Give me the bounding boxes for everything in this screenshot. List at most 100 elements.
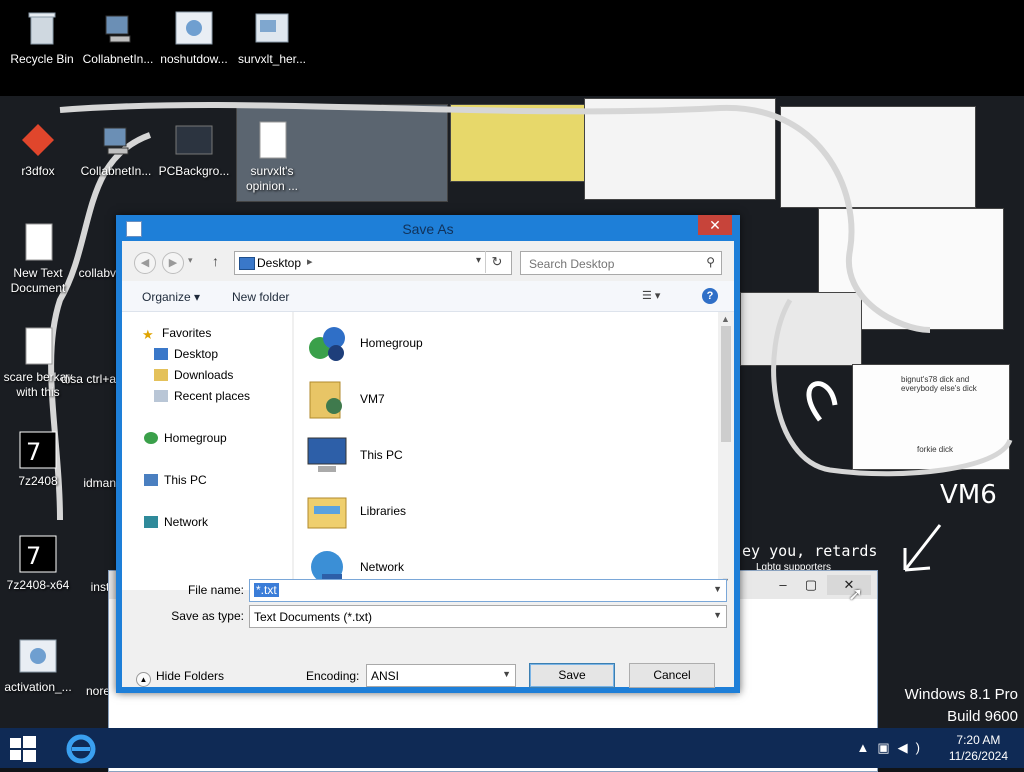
star-icon: ★ (142, 327, 154, 342)
svg-text:7: 7 (26, 542, 41, 570)
encoding-select[interactable]: ANSI ▼ (366, 664, 516, 687)
cancel-button[interactable]: Cancel (629, 663, 715, 688)
vm-handwritten-label: VM6 (940, 480, 997, 510)
window-file-icon (252, 8, 292, 48)
homegroup-icon (304, 320, 350, 366)
maximize-icon[interactable]: ▢ (797, 575, 825, 595)
internet-explorer-button[interactable] (64, 732, 98, 766)
collage-tile-yellow (450, 104, 592, 182)
address-crumb-desktop[interactable]: Desktop (257, 256, 301, 270)
desktop-icon-collabnet[interactable]: CollabnetIn... (76, 8, 160, 67)
save-button[interactable]: Save (529, 663, 615, 688)
taskbar: ▲▣◀) 7:20 AM 11/26/2024 (0, 728, 1024, 768)
desktop-icon-recycle-bin[interactable]: Recycle Bin (0, 8, 84, 67)
file-list-scrollbar[interactable]: ▲ ▼ (718, 312, 734, 590)
hide-folders-label: Hide Folders (156, 669, 225, 683)
back-button[interactable]: ◀ (134, 252, 156, 274)
file-name-dropdown-icon[interactable]: ▼ (713, 584, 722, 594)
desktop-icon-pcbackground[interactable]: PCBackgro... (152, 120, 236, 179)
desktop-icon-survxlt[interactable]: survxlt_her... (230, 8, 314, 67)
address-bar[interactable]: Desktop ▸ ▾ (234, 251, 512, 275)
desktop-icon-scare-berkay[interactable]: scare berkay with this (0, 326, 80, 400)
collage-tile-cat (780, 106, 976, 208)
nav-homegroup[interactable]: Homegroup (144, 431, 227, 445)
settings-file-icon (18, 636, 58, 676)
system-tray[interactable]: ▲▣◀) (857, 740, 929, 756)
network-status-icon[interactable]: ▣ (877, 740, 897, 755)
dialog-close-button[interactable]: ✕ (698, 215, 732, 235)
up-button[interactable]: ↑ (212, 253, 219, 269)
save-as-type-value: Text Documents (*.txt) (254, 610, 373, 624)
tray-chevron-icon[interactable]: ▲ (857, 740, 878, 755)
nav-network[interactable]: Network (144, 515, 208, 529)
help-button[interactable]: ? (702, 288, 718, 304)
close-icon: ✕ (709, 217, 721, 233)
desktop-icon-survxlt-opinion[interactable]: survxlt's opinion ... (230, 120, 314, 194)
collabnet-label: CollabnetIn... (82, 52, 154, 66)
desktop-icon-collabv[interactable]: collabv (58, 266, 116, 281)
nav-this-pc[interactable]: This PC (144, 473, 207, 487)
7zip-icon: 7 (18, 534, 58, 574)
computer-setup-icon (96, 120, 136, 160)
7zip-icon: 7 (18, 430, 58, 470)
address-dropdown-icon[interactable]: ▾ (476, 255, 481, 266)
libraries-folder-icon (304, 488, 350, 534)
refresh-icon: ↻ (491, 254, 503, 269)
nav-desktop-label: Desktop (174, 347, 219, 361)
sign-text-a: bignut's78 dick and everybody else's dic… (901, 375, 977, 393)
new-folder-button[interactable]: New folder (232, 290, 289, 304)
file-name-input[interactable]: *.txt (254, 583, 279, 597)
desktop-icon-nore[interactable]: nore (58, 684, 110, 699)
nav-favorites[interactable]: ★ Favorites (142, 326, 211, 342)
file-name-field[interactable]: *.txt ▼ (249, 579, 727, 602)
nav-homegroup-label: Homegroup (164, 431, 227, 445)
desktop-icon-new-text-document[interactable]: New Text Document (0, 222, 80, 296)
refresh-button[interactable]: ↻ (485, 251, 508, 273)
settings-file-icon (174, 8, 214, 48)
collage-tile-sign: bignut's78 dick and everybody else's dic… (852, 364, 1010, 470)
scroll-up-icon[interactable]: ▲ (721, 314, 730, 324)
search-input[interactable] (527, 254, 701, 274)
taskbar-clock[interactable]: 7:20 AM 11/26/2024 (949, 732, 1008, 764)
file-label: Homegroup (360, 336, 423, 350)
search-icon: ⚲ (706, 255, 715, 269)
nav-desktop[interactable]: Desktop (154, 347, 218, 361)
scrollbar-thumb[interactable] (721, 326, 731, 442)
nav-downloads[interactable]: Downloads (154, 368, 233, 382)
survxlt-opinion-label: survxlt's opinion ... (245, 164, 299, 193)
desktop-icon-idman[interactable]: idman (58, 476, 116, 491)
organize-menu[interactable]: Organize ▾ (142, 290, 200, 304)
collage-banner-text: ey you, retards (742, 542, 878, 560)
downloads-folder-icon (154, 369, 168, 381)
collage-tile-cartoon (584, 98, 776, 200)
text-document-icon (18, 222, 58, 262)
start-button[interactable] (10, 736, 36, 762)
forward-button[interactable]: ▶ (162, 252, 184, 274)
file-label: Libraries (360, 504, 407, 518)
volume-icon[interactable]: ◀) (898, 740, 928, 755)
save-as-dialog[interactable]: Save As ✕ ◀ ▶ ▾ ↑ Desktop ▸ ▾ ↻ ⚲ Organi… (116, 215, 740, 693)
change-view-button[interactable]: ☰ ▾ (642, 289, 678, 305)
file-label: Network (360, 560, 405, 574)
hide-folders-toggle[interactable]: ▲ Hide Folders (136, 669, 224, 687)
watermark-edition: Windows 8.1 Pro (904, 686, 1018, 703)
encoding-value: ANSI (371, 669, 400, 683)
dialog-titlebar[interactable]: Save As ✕ (116, 215, 740, 241)
desktop-icon-noshutdown[interactable]: noshutdow... (152, 8, 236, 67)
r3dfox-icon (18, 120, 58, 160)
file-label: This PC (360, 448, 403, 462)
search-box[interactable]: ⚲ (520, 251, 722, 275)
mouse-pointer-icon: ➚ (848, 584, 864, 604)
nav-this-pc-label: This PC (164, 473, 207, 487)
command-toolbar: Organize ▾ New folder ☰ ▾ ? (122, 281, 734, 312)
desktop-icon-r3dfox[interactable]: r3dfox (0, 120, 80, 179)
desktop-icon-disa[interactable]: disa ctrl+a (58, 372, 116, 387)
nore-label: nore (85, 684, 110, 698)
breadcrumb-chevron-icon[interactable]: ▸ (307, 255, 313, 268)
desktop-icon-collabnet-2[interactable]: CollabnetIn... (74, 120, 158, 179)
nav-recent-places[interactable]: Recent places (154, 389, 250, 403)
text-document-icon (18, 326, 58, 366)
minimize-icon[interactable]: – (769, 575, 797, 595)
save-as-type-select[interactable]: Text Documents (*.txt) ▼ (249, 605, 727, 628)
recent-locations-icon[interactable]: ▾ (188, 255, 193, 266)
